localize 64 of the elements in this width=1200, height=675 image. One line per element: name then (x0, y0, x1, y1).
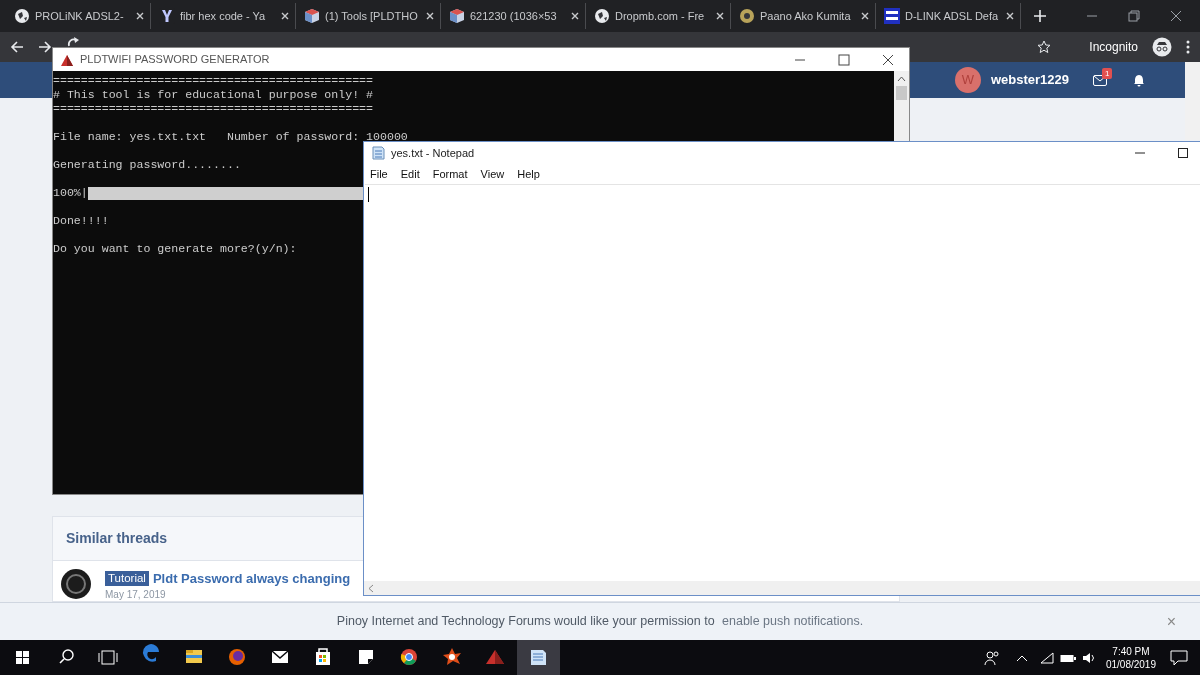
people-icon[interactable] (983, 649, 1000, 666)
browser-tab[interactable]: fibr hex code - Ya (153, 3, 296, 29)
scroll-left-icon[interactable] (368, 583, 374, 593)
forward-icon[interactable] (38, 40, 52, 54)
menu-item[interactable]: Help (517, 165, 540, 183)
incognito-icon[interactable] (1152, 37, 1172, 57)
star-icon[interactable] (1037, 40, 1052, 54)
new-tab-icon[interactable] (1033, 9, 1047, 23)
console-line: File name: yes.txt.txt Number of password: 100000 (53, 130, 409, 144)
cube-icon (304, 8, 320, 24)
cube-icon (449, 8, 465, 24)
mail-badge: 1 (1102, 68, 1113, 79)
window-title: yes.txt - Notepad (391, 145, 476, 161)
console-line: Done!!!! (53, 214, 110, 228)
reload-icon[interactable] (66, 37, 80, 47)
username-link[interactable]: webster1229 (990, 70, 1069, 90)
notepad-icon[interactable] (517, 640, 560, 675)
notification-message: Pinoy Internet and Technology Forums would like your permission to (336, 613, 716, 631)
avatar-icon[interactable] (61, 569, 91, 599)
battery-icon[interactable] (1059, 652, 1076, 663)
notification-link[interactable]: enable push notifications. (722, 612, 864, 631)
browser-tab[interactable]: Dropmb.com - Fre (588, 3, 731, 29)
card-title: Similar threads (66, 529, 168, 548)
scroll-up-icon[interactable] (897, 76, 906, 82)
browser-tab[interactable]: 621230 (1036×53 (443, 3, 586, 29)
menu-item[interactable]: File (370, 165, 388, 183)
coin-icon (739, 8, 755, 24)
back-icon[interactable] (10, 40, 24, 54)
globe-icon (594, 8, 610, 24)
globe-icon (14, 8, 30, 24)
notepad-icon (372, 146, 385, 160)
console-line: Do you want to generate more?(y/n): (53, 242, 298, 256)
letter-y-icon (159, 8, 175, 24)
menu-item[interactable]: Edit (400, 165, 420, 183)
mail-icon[interactable] (1093, 75, 1107, 86)
menu-item[interactable]: Format (432, 165, 468, 183)
clock-date[interactable]: 01/08/2019 (1105, 657, 1156, 671)
console-line: Generating password........ (53, 158, 242, 172)
chevron-up-icon[interactable] (1015, 653, 1028, 662)
close-icon[interactable] (882, 53, 894, 66)
browser-tab[interactable]: (1) Tools [PLDTHO (298, 3, 441, 29)
menu-icon[interactable] (1186, 40, 1190, 54)
thread-link[interactable]: Pldt Password always changing (152, 569, 351, 589)
console-line: ============================================== (53, 74, 375, 88)
notification-icon[interactable] (1170, 649, 1188, 666)
volume-icon[interactable] (1081, 651, 1096, 664)
window-title: PLDTWIFI PASSWORD GENERATOR (80, 52, 271, 68)
scroll-thumb[interactable] (896, 86, 907, 100)
close-icon[interactable] (1170, 10, 1182, 22)
menu-item[interactable]: View (480, 165, 505, 183)
incognito-label: Incognito (1089, 39, 1138, 56)
pixel-art-icon (884, 8, 900, 24)
console-line: ============================================== (53, 102, 375, 116)
console-line: 100%| (53, 186, 88, 200)
browser-tab[interactable]: PROLiNK ADSL2- (8, 3, 151, 29)
browser-tab[interactable]: D-LINK ADSL Defa (878, 3, 1021, 29)
bell-icon[interactable] (1133, 73, 1145, 87)
clock-time[interactable]: 7:40 PM (1112, 644, 1150, 658)
tag-label: Tutorial (105, 571, 149, 587)
console-line: # This tool is for educational purpose only! # (53, 88, 375, 102)
maximize-icon[interactable] (1178, 148, 1188, 158)
thread-date: May 17, 2019 (105, 588, 167, 601)
browser-tab[interactable]: Paano Ako Kumita (733, 3, 876, 29)
restore-icon[interactable] (1128, 10, 1140, 22)
